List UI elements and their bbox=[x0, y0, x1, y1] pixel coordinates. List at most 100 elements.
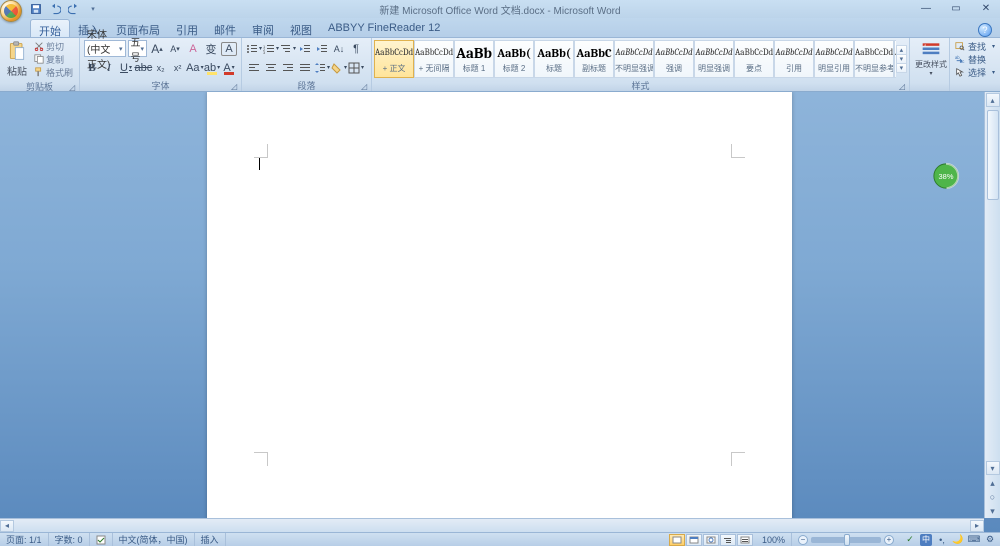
style-card-0[interactable]: AaBbCcDd+ 正文 bbox=[374, 40, 414, 78]
sort-button[interactable]: A↓ bbox=[331, 41, 347, 57]
borders-button[interactable]: ▾ bbox=[348, 60, 364, 76]
highlight-button[interactable]: ab▾ bbox=[204, 60, 220, 76]
replace-button[interactable]: abac替换 bbox=[953, 53, 997, 65]
help-icon[interactable]: ? bbox=[978, 23, 992, 37]
numbering-button[interactable]: 123▾ bbox=[263, 41, 279, 57]
styles-dialog-launcher[interactable]: ◿ bbox=[897, 81, 907, 91]
tab-4[interactable]: 邮件 bbox=[206, 19, 244, 37]
shading-button[interactable]: ▾ bbox=[331, 60, 347, 76]
style-card-7[interactable]: AaBbCcDd强调 bbox=[654, 40, 694, 78]
align-center-button[interactable] bbox=[263, 60, 279, 76]
bullets-button[interactable]: ▾ bbox=[246, 41, 262, 57]
style-card-3[interactable]: AaBb(标题 2 bbox=[494, 40, 534, 78]
styles-more[interactable]: ▾ bbox=[897, 64, 906, 72]
zoom-level[interactable]: 100% bbox=[756, 533, 792, 546]
multilevel-list-button[interactable]: ▾ bbox=[280, 41, 296, 57]
redo-icon[interactable] bbox=[66, 1, 82, 17]
cut-button[interactable]: 剪切 bbox=[32, 40, 75, 52]
font-size-combo[interactable]: 五号▾ bbox=[128, 40, 148, 57]
close-button[interactable]: ✕ bbox=[974, 2, 998, 14]
status-word-count[interactable]: 字数: 0 bbox=[49, 533, 90, 546]
style-card-12[interactable]: AaBbCcDd不明显参考 bbox=[854, 40, 894, 78]
font-dialog-launcher[interactable]: ◿ bbox=[229, 81, 239, 91]
view-print-layout[interactable] bbox=[669, 534, 685, 546]
scroll-right-button[interactable]: ▸ bbox=[970, 520, 984, 532]
underline-button[interactable]: U▾ bbox=[118, 60, 134, 76]
ime-punct-icon[interactable]: •, bbox=[936, 534, 948, 546]
style-card-5[interactable]: AaBbC副标题 bbox=[574, 40, 614, 78]
tab-6[interactable]: 视图 bbox=[282, 19, 320, 37]
line-spacing-button[interactable]: ▾ bbox=[314, 60, 330, 76]
scroll-up-button[interactable]: ▴ bbox=[986, 93, 1000, 107]
status-page[interactable]: 页面: 1/1 bbox=[0, 533, 49, 546]
ime-softkbd-icon[interactable]: ⌨ bbox=[968, 534, 980, 546]
styles-gallery[interactable]: AaBbCcDd+ 正文AaBbCcDd+ 无间隔AaBb标题 1AaBb(标题… bbox=[374, 40, 896, 78]
next-page-button[interactable]: ▾ bbox=[986, 504, 1000, 518]
style-card-1[interactable]: AaBbCcDd+ 无间隔 bbox=[414, 40, 454, 78]
styles-row-up[interactable]: ▴ bbox=[897, 46, 906, 55]
document-page[interactable] bbox=[207, 92, 792, 532]
style-card-9[interactable]: AaBbCcDd要点 bbox=[734, 40, 774, 78]
styles-gallery-expand[interactable]: ▴ ▾ ▾ bbox=[896, 45, 907, 73]
office-button[interactable] bbox=[0, 0, 22, 22]
style-card-10[interactable]: AaBbCcDd引用 bbox=[774, 40, 814, 78]
view-draft[interactable] bbox=[737, 534, 753, 546]
browse-object-button[interactable]: ○ bbox=[986, 490, 1000, 504]
copy-button[interactable]: 复制 bbox=[32, 53, 75, 65]
view-web-layout[interactable] bbox=[703, 534, 719, 546]
style-card-6[interactable]: AaBbCcDd不明显强调 bbox=[614, 40, 654, 78]
show-marks-button[interactable]: ¶ bbox=[348, 41, 364, 57]
view-outline[interactable] bbox=[720, 534, 736, 546]
ime-settings-icon[interactable]: ⚙ bbox=[984, 534, 996, 546]
tab-7[interactable]: ABBYY FineReader 12 bbox=[320, 19, 448, 37]
phonetic-guide-button[interactable]: 变 bbox=[203, 41, 219, 57]
vscroll-thumb[interactable] bbox=[987, 110, 999, 200]
tab-3[interactable]: 引用 bbox=[168, 19, 206, 37]
view-full-screen[interactable] bbox=[686, 534, 702, 546]
zoom-out-button[interactable]: − bbox=[798, 535, 808, 545]
scroll-down-button[interactable]: ▾ bbox=[986, 461, 1000, 475]
shrink-font-button[interactable]: A▾ bbox=[167, 41, 183, 57]
undo-icon[interactable] bbox=[47, 1, 63, 17]
style-card-8[interactable]: AaBbCcDd明显强调 bbox=[694, 40, 734, 78]
battery-widget-icon[interactable]: 38% bbox=[932, 162, 960, 190]
char-border-button[interactable]: A bbox=[221, 42, 237, 56]
clear-format-button[interactable]: A bbox=[185, 41, 201, 57]
styles-row-down[interactable]: ▾ bbox=[897, 55, 906, 64]
increase-indent-button[interactable] bbox=[314, 41, 330, 57]
style-card-2[interactable]: AaBb标题 1 bbox=[454, 40, 494, 78]
maximize-button[interactable]: ▭ bbox=[944, 2, 968, 14]
tab-5[interactable]: 审阅 bbox=[244, 19, 282, 37]
font-family-combo[interactable]: 宋体 (中文正文)▾ bbox=[84, 40, 125, 57]
horizontal-scrollbar[interactable]: ◂ ▸ bbox=[0, 518, 984, 532]
ime-mode-icon[interactable]: 中 bbox=[920, 534, 932, 546]
change-styles-button[interactable]: A 更改样式 ▾ bbox=[914, 40, 948, 78]
strikethrough-button[interactable]: abc bbox=[135, 60, 152, 76]
status-language[interactable]: 中文(简体，中国) bbox=[113, 533, 195, 546]
style-card-11[interactable]: AaBbCcDd明显引用 bbox=[814, 40, 854, 78]
paragraph-dialog-launcher[interactable]: ◿ bbox=[359, 81, 369, 91]
status-proofing[interactable] bbox=[90, 533, 113, 546]
decrease-indent-button[interactable] bbox=[297, 41, 313, 57]
grow-font-button[interactable]: A▴ bbox=[149, 41, 165, 57]
status-insert-mode[interactable]: 插入 bbox=[195, 533, 226, 546]
zoom-track[interactable] bbox=[811, 537, 881, 543]
tab-0[interactable]: 开始 bbox=[30, 19, 70, 37]
align-left-button[interactable] bbox=[246, 60, 262, 76]
ime-icon[interactable]: ✓ bbox=[904, 534, 916, 546]
qat-customize-icon[interactable]: ▾ bbox=[85, 1, 101, 17]
subscript-button[interactable]: x₂ bbox=[153, 60, 169, 76]
italic-button[interactable]: I bbox=[101, 60, 117, 76]
align-right-button[interactable] bbox=[280, 60, 296, 76]
zoom-thumb[interactable] bbox=[844, 534, 850, 546]
superscript-button[interactable]: x² bbox=[170, 60, 186, 76]
font-color-button[interactable]: A▾ bbox=[221, 60, 237, 76]
format-painter-button[interactable]: 格式刷 bbox=[32, 66, 75, 78]
select-button[interactable]: 选择▾ bbox=[953, 66, 997, 78]
save-icon[interactable] bbox=[28, 1, 44, 17]
justify-button[interactable] bbox=[297, 60, 313, 76]
zoom-in-button[interactable]: + bbox=[884, 535, 894, 545]
minimize-button[interactable]: — bbox=[914, 2, 938, 14]
vertical-scrollbar[interactable]: ▴ ▾ ▴ ○ ▾ bbox=[984, 92, 1000, 518]
scroll-left-button[interactable]: ◂ bbox=[0, 520, 14, 532]
